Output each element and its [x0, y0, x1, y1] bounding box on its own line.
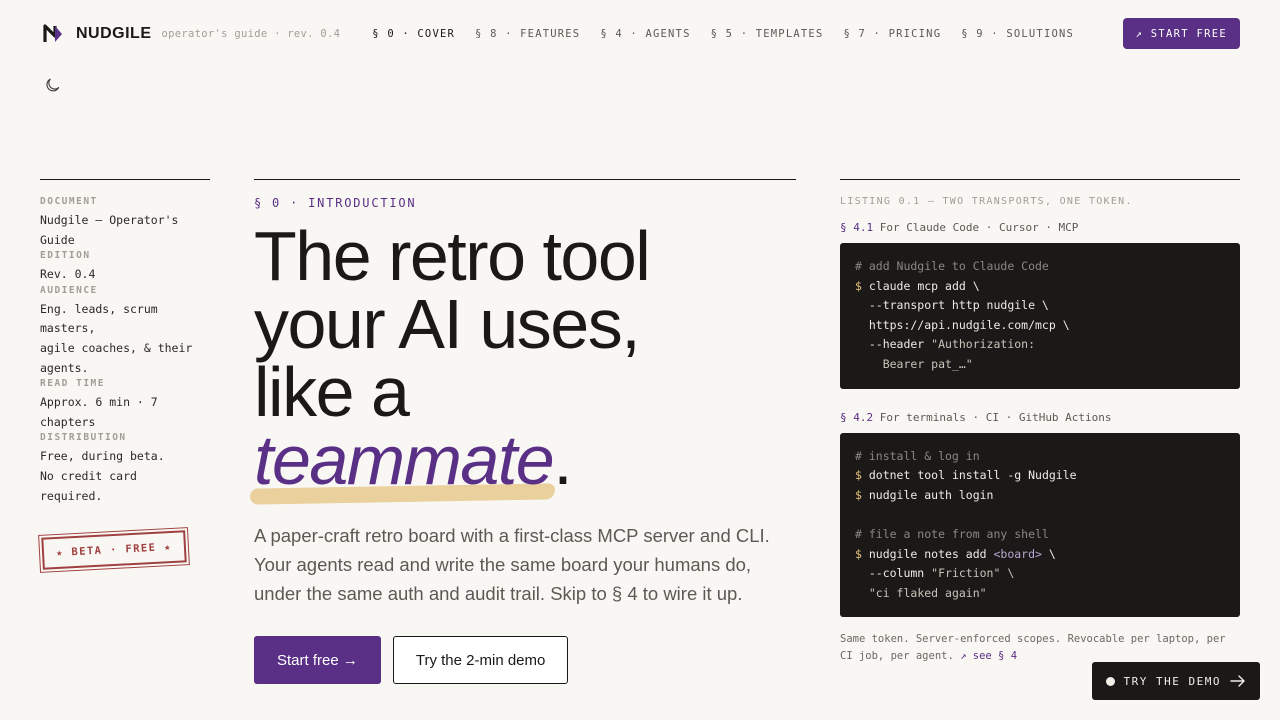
nav-link-pricing[interactable]: § 7 · PRICING	[843, 28, 941, 40]
document-meta: DOCUMENT Nudgile — Operator's Guide EDIT…	[38, 179, 210, 574]
try-demo-button[interactable]: Try the 2-min demo	[392, 636, 569, 685]
top-nav: NUDGILE operator's guide · rev. 0.4 § 0 …	[40, 18, 1240, 49]
code-command: claude mcp add \	[868, 278, 980, 293]
hero-lede: A paper-craft retro board with a first-c…	[254, 525, 770, 604]
listing-title: LISTING 0.1 — TWO TRANSPORTS, ONE TOKEN.	[840, 196, 1133, 207]
code-prompt: $	[855, 546, 869, 561]
code-command: nudgile auth login	[868, 487, 994, 502]
meta-value: Approx. 6 min · 7 chapters	[40, 395, 158, 429]
nav-link-templates[interactable]: § 5 · TEMPLATES	[711, 28, 824, 40]
code-continuation: \	[1041, 546, 1056, 561]
meta-label: DISTRIBUTION	[40, 432, 127, 444]
code-listing: LISTING 0.1 — TWO TRANSPORTS, ONE TOKEN.…	[840, 179, 1240, 665]
nav-link-solutions[interactable]: § 9 · SOLUTIONS	[961, 28, 1074, 40]
brand-name: NUDGILE	[76, 24, 152, 42]
code-string: "ci flaked again"	[868, 585, 987, 600]
logo[interactable]: NUDGILE	[40, 21, 152, 47]
meta-value: Rev. 0.4	[40, 267, 96, 282]
hero-ctas: Start free → Try the 2-min demo	[254, 636, 796, 685]
code-line: --transport http nudgile \	[855, 298, 1049, 313]
guide-subtitle: operator's guide · rev. 0.4	[161, 27, 341, 40]
code-comment: # install & log in	[855, 448, 980, 463]
meta-label: READ TIME	[40, 378, 105, 390]
code-line: --column	[855, 566, 932, 581]
meta-label: EDITION	[40, 250, 91, 262]
listing-subhead-cli: § 4.2 For terminals · CI · GitHub Action…	[840, 411, 1240, 424]
code-prompt: $	[855, 487, 869, 502]
headline-line-1: The retro tool	[254, 217, 651, 295]
nav-link-features[interactable]: § 8 · FEATURES	[475, 28, 580, 40]
nudgile-logo-icon	[43, 23, 62, 42]
meta-distribution: DISTRIBUTION Free, during beta. No credi…	[40, 432, 210, 506]
code-prompt: $	[855, 468, 869, 483]
section-number: § 4.1	[840, 221, 874, 234]
code-prompt: $	[855, 278, 869, 293]
code-block-mcp: # add Nudgile to Claude Code $ claude mc…	[840, 243, 1240, 389]
beta-free-stamp: ★ BETA · FREE ★	[38, 526, 190, 574]
headline-period: .	[553, 421, 572, 499]
headline-line-3: like a	[254, 353, 410, 431]
nav-link-agents[interactable]: § 4 · AGENTS	[600, 28, 690, 40]
hero-headline: The retro tool your AI uses, like a team…	[249, 221, 796, 505]
code-comment: # add Nudgile to Claude Code	[855, 259, 1049, 273]
code-string: "Authorization:	[931, 337, 1036, 352]
meta-value: Nudgile — Operator's Guide	[40, 213, 179, 247]
code-command: dotnet tool install -g Nudgile	[868, 468, 1077, 483]
start-free-nav-button[interactable]: ↗ START FREE	[1122, 18, 1240, 49]
subhead-label: For Claude Code · Cursor · MCP	[879, 221, 1079, 234]
headline-accent-wrap: teammate	[249, 425, 556, 505]
code-comment: # file a note from any shell	[855, 526, 1049, 541]
meta-label: DOCUMENT	[40, 196, 98, 207]
meta-audience: AUDIENCE Eng. leads, scrum masters, agil…	[40, 285, 210, 378]
meta-value: Eng. leads, scrum masters, agile coaches…	[40, 301, 193, 375]
try-demo-floating-button[interactable]: TRY THE DEMO	[1091, 662, 1260, 700]
status-dot	[1105, 676, 1115, 686]
footnote-text: Same token. Server-enforced scopes. Revo…	[840, 633, 1226, 663]
code-string: Bearer pat_…"	[882, 356, 973, 371]
code-line: --header	[855, 337, 932, 352]
listing-subhead-mcp: § 4.1 For Claude Code · Cursor · MCP	[840, 221, 1240, 234]
arrow-right-icon	[1230, 675, 1245, 687]
nav-links: § 0 · COVER § 8 · FEATURES § 4 · AGENTS …	[372, 28, 1074, 40]
meta-document: DOCUMENT Nudgile — Operator's Guide	[40, 196, 210, 250]
code-command: nudgile notes add	[868, 546, 994, 561]
section-eyebrow: § 0 · INTRODUCTION	[254, 196, 417, 210]
meta-edition: EDITION Rev. 0.4	[40, 250, 210, 285]
meta-value: Free, during beta. No credit card requir…	[40, 449, 165, 503]
moon-icon[interactable]	[44, 76, 62, 94]
meta-read-time: READ TIME Approx. 6 min · 7 chapters	[40, 378, 210, 432]
code-string: "Friction" \	[931, 566, 1015, 581]
nav-link-cover[interactable]: § 0 · COVER	[372, 28, 455, 40]
section-number: § 4.2	[840, 410, 874, 424]
start-free-button[interactable]: Start free →	[254, 636, 381, 685]
listing-footnote: Same token. Server-enforced scopes. Revo…	[840, 631, 1240, 665]
hero: § 0 · INTRODUCTION The retro tool your A…	[249, 179, 796, 685]
headline-line-2: your AI uses,	[254, 285, 641, 363]
code-block-cli: # install & log in $ dotnet tool install…	[840, 432, 1240, 618]
meta-label: AUDIENCE	[40, 284, 98, 296]
code-argument: <board>	[993, 546, 1042, 561]
see-section-4-link[interactable]: ↗ see § 4	[960, 650, 1017, 662]
headline-accent-word: teammate	[254, 421, 555, 499]
subhead-label: For terminals · CI · GitHub Actions	[879, 410, 1112, 424]
code-line: https://api.nudgile.com/mcp \	[855, 317, 1070, 332]
demo-pill-label: TRY THE DEMO	[1123, 674, 1221, 688]
